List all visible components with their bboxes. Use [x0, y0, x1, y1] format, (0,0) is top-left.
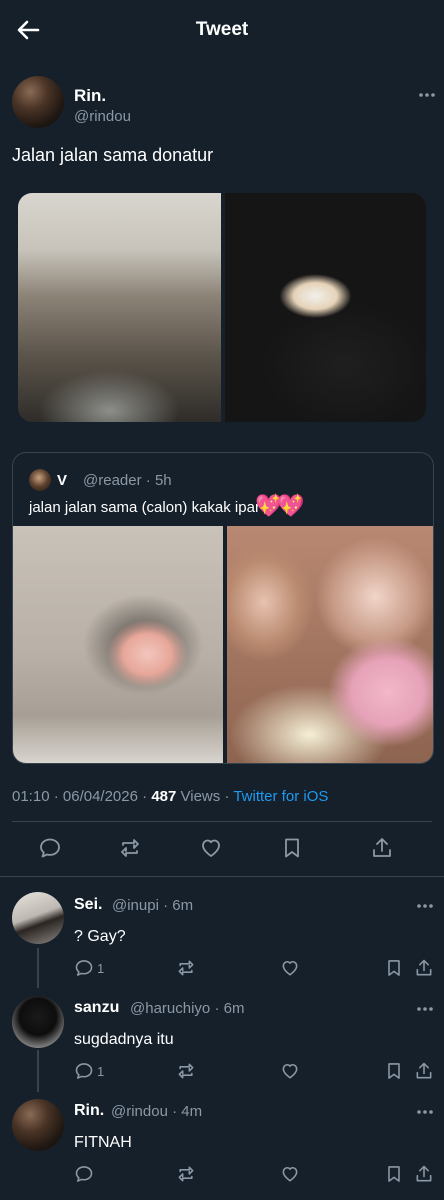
quoted-tweet[interactable]: V @reader · 5h jalan jalan sama (calon) … — [12, 452, 434, 764]
photo-car-mirror[interactable] — [13, 526, 223, 763]
avatar[interactable] — [12, 996, 64, 1048]
thread-line — [37, 1050, 39, 1092]
more-icon[interactable] — [416, 1006, 434, 1012]
reply-author-name[interactable]: sanzu — [74, 999, 119, 1017]
reply-meta: @haruchiyo · 6m — [130, 1000, 245, 1017]
more-icon[interactable] — [418, 92, 436, 98]
source-link[interactable]: Twitter for iOS — [233, 788, 328, 805]
author-handle[interactable]: @rindou — [74, 108, 131, 125]
more-icon[interactable] — [416, 903, 434, 909]
bookmark-icon[interactable] — [384, 1061, 404, 1081]
heart-icon[interactable] — [199, 836, 223, 860]
retweet-icon[interactable] — [118, 836, 142, 860]
reply-time: 4m — [181, 1103, 203, 1120]
heart-icon[interactable] — [280, 1164, 300, 1184]
reply-meta: @inupi · 6m — [112, 897, 194, 914]
views-count: 487 — [151, 788, 177, 805]
media-grid — [18, 193, 426, 422]
quote-author-name: V — [57, 472, 68, 489]
top-bar: Tweet — [0, 0, 444, 60]
reply-author-handle[interactable]: @rindou — [111, 1103, 168, 1120]
photo-cafe-table[interactable] — [225, 193, 426, 422]
bookmark-icon[interactable] — [280, 836, 304, 860]
retweet-icon[interactable] — [176, 1164, 196, 1184]
views-label: Views — [180, 788, 221, 805]
share-icon[interactable] — [370, 836, 394, 860]
reply-count: 1 — [97, 961, 105, 976]
reply-icon[interactable] — [74, 958, 94, 978]
reply-author-handle[interactable]: @haruchiyo — [130, 1000, 210, 1017]
reply-time: 6m — [223, 1000, 245, 1017]
share-icon[interactable] — [414, 1061, 434, 1081]
tweet-text: Jalan jalan sama donatur — [12, 145, 214, 165]
tweet-date: 06/04/2026 — [62, 788, 138, 805]
quote-avatar — [29, 469, 51, 491]
reply-count: 1 — [97, 1064, 105, 1079]
divider — [0, 876, 444, 877]
heart-icon[interactable] — [280, 1061, 300, 1081]
photo-car-interior[interactable] — [18, 193, 221, 422]
thread-line — [37, 948, 39, 988]
reply-text: sugdadnya itu — [74, 1031, 174, 1048]
more-icon[interactable] — [416, 1109, 434, 1115]
tweet-time: 01:10 — [12, 788, 50, 805]
reply-author-name[interactable]: Rin. — [74, 1102, 104, 1120]
quote-meta: @reader · 5h — [83, 472, 172, 489]
avatar[interactable] — [12, 892, 64, 944]
share-icon[interactable] — [414, 1164, 434, 1184]
quote-author-handle: @reader — [83, 472, 142, 489]
quote-time: 5h — [154, 472, 172, 489]
reply-icon[interactable] — [38, 836, 62, 860]
retweet-icon[interactable] — [176, 958, 196, 978]
heart-icon[interactable] — [280, 958, 300, 978]
author-name[interactable]: Rin. — [74, 86, 106, 106]
reply-author-handle[interactable]: @inupi — [112, 897, 159, 914]
photo-selfie[interactable] — [227, 526, 433, 763]
reply-text: FITNAH — [74, 1134, 132, 1151]
sparkling-heart-emoji: 💖 — [277, 493, 305, 518]
reply-icon[interactable] — [74, 1164, 94, 1184]
avatar[interactable] — [12, 1099, 64, 1151]
divider — [12, 821, 432, 822]
page-title: Tweet — [195, 19, 249, 40]
reply-time: 6m — [172, 897, 194, 914]
quote-text: jalan jalan sama (calon) kakak ipar — [29, 499, 260, 516]
bookmark-icon[interactable] — [384, 958, 404, 978]
reply-meta: @rindou · 4m — [111, 1103, 203, 1120]
share-icon[interactable] — [414, 958, 434, 978]
reply-author-name[interactable]: Sei. — [74, 896, 102, 914]
bookmark-icon[interactable] — [384, 1164, 404, 1184]
reply-icon[interactable] — [74, 1061, 94, 1081]
avatar[interactable] — [12, 76, 64, 128]
reply-text: ? Gay? — [74, 928, 126, 945]
retweet-icon[interactable] — [176, 1061, 196, 1081]
tweet-meta: 01:10 · 06/04/2026 · 487 Views · Twitter… — [12, 788, 329, 805]
